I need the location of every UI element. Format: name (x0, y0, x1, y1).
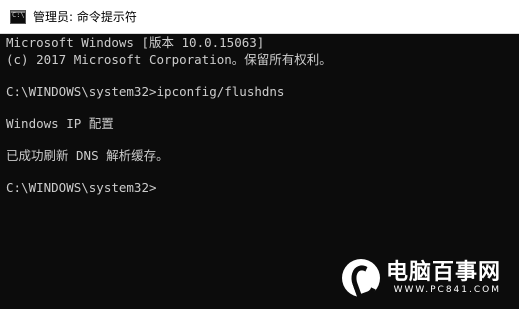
watermark-brand: 电脑百事网 (385, 260, 501, 285)
console-line: Windows IP 配置 (6, 116, 114, 131)
console-line: 已成功刷新 DNS 解析缓存。 (6, 148, 169, 163)
watermark-logo-icon (341, 259, 380, 297)
command-prompt[interactable]: C:\WINDOWS\system32> (6, 180, 157, 195)
title-bar: 管理员: 命令提示符 (0, 0, 519, 34)
watermark: 电脑百事网 WWW.PC841.COM (341, 259, 501, 297)
console-output[interactable]: Microsoft Windows [版本 10.0.15063] (c) 20… (0, 34, 519, 309)
console-line: (c) 2017 Microsoft Corporation。保留所有权利。 (6, 52, 332, 67)
window-title: 管理员: 命令提示符 (33, 10, 137, 24)
console-line: Microsoft Windows [版本 10.0.15063] (6, 35, 265, 50)
console-line: C:\WINDOWS\system32>ipconfig/flushdns (6, 84, 285, 99)
console-icon (10, 9, 26, 24)
watermark-url: WWW.PC841.COM (393, 285, 501, 295)
